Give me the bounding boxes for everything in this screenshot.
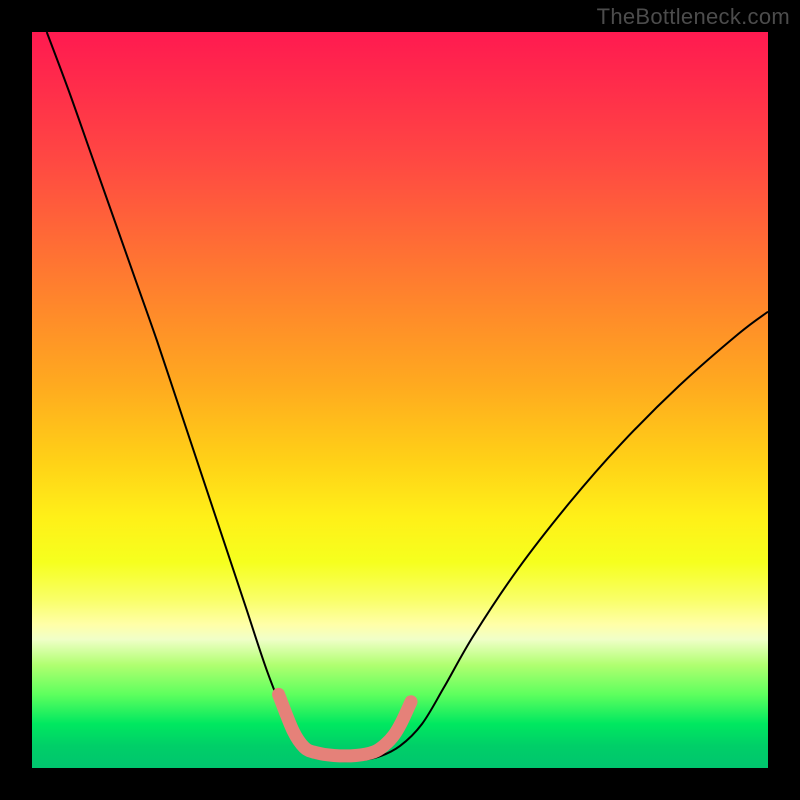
series-highlight-base bbox=[279, 694, 411, 756]
series-group bbox=[47, 32, 768, 761]
plot-area bbox=[32, 32, 768, 768]
series-bottleneck-curve bbox=[47, 32, 768, 761]
watermark-text: TheBottleneck.com bbox=[597, 4, 790, 30]
curve-svg bbox=[32, 32, 768, 768]
chart-frame: TheBottleneck.com bbox=[0, 0, 800, 800]
